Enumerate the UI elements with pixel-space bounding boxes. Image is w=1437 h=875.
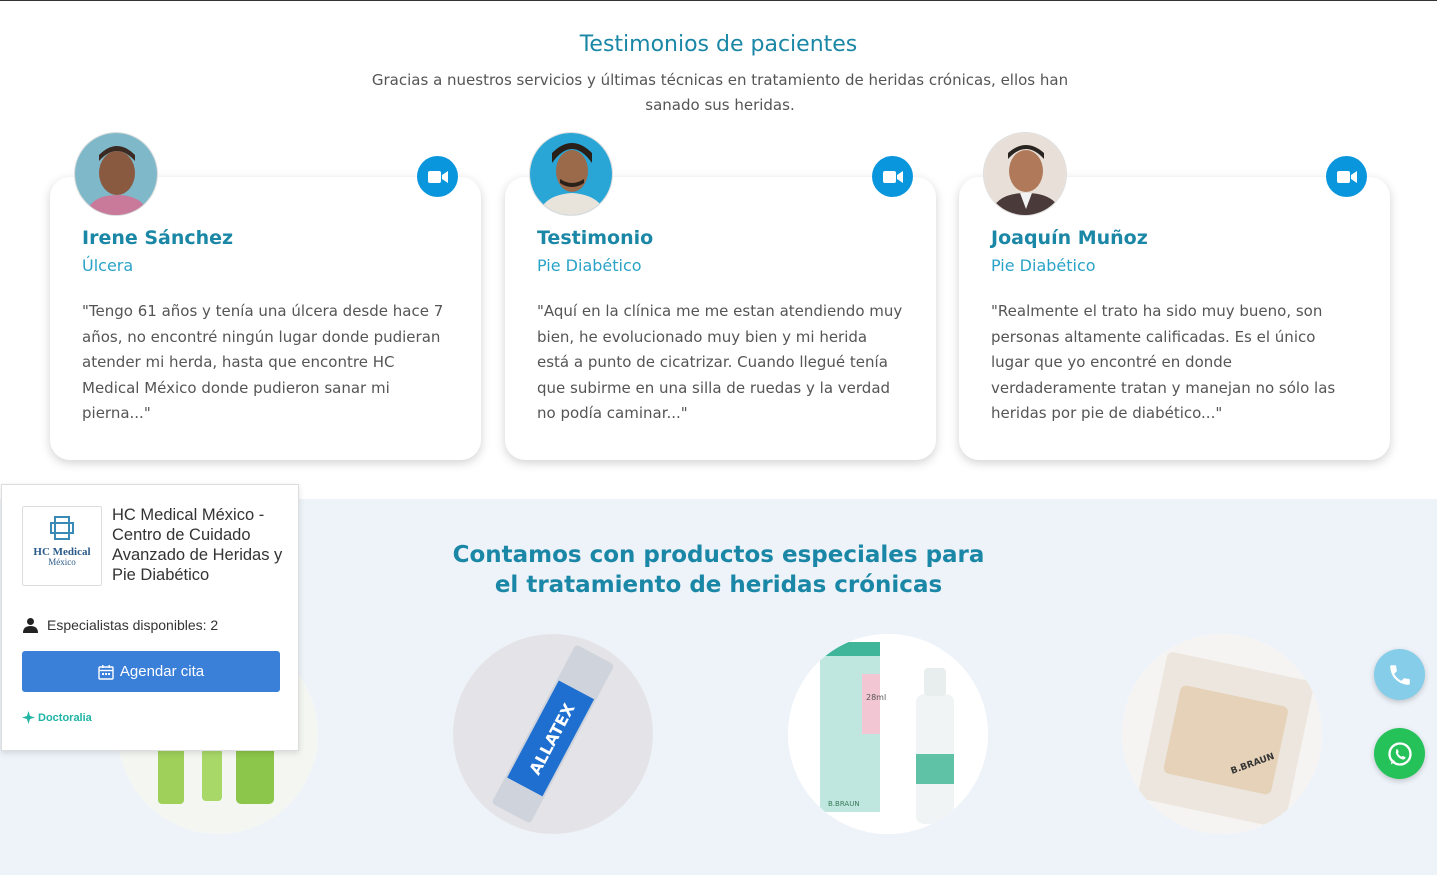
video-camera-icon (882, 170, 903, 183)
testimonial-card: Irene Sánchez Úlcera "Tengo 61 años y te… (50, 132, 481, 460)
doctoralia-widget: HC Medical México HC Medical México - Ce… (1, 484, 299, 751)
specialists-info: Especialistas disponibles: 2 (22, 617, 218, 633)
testimonial-card: Testimonio Pie Diabético "Aquí en la clí… (505, 132, 936, 460)
patient-avatar (983, 132, 1067, 216)
video-camera-icon (427, 170, 448, 183)
patient-avatar (74, 132, 158, 216)
patient-name: Testimonio (537, 227, 654, 249)
video-camera-icon (1336, 170, 1357, 183)
doctoralia-brand-link[interactable]: Doctoralia (22, 711, 92, 724)
testimonials-title: Testimonios de pacientes (579, 32, 858, 57)
whatsapp-icon (1387, 741, 1412, 766)
patient-quote: "Tengo 61 años y tenía una úlcera desde … (82, 302, 444, 422)
product-image-dressing: B.BRAUN (1122, 634, 1322, 834)
testimonials-subtitle: Gracias a nuestros servicios y últimas t… (371, 71, 1069, 114)
book-appointment-label: Agendar cita (119, 663, 205, 680)
product-image-spray: 28ml B.BRAUN (788, 634, 988, 834)
testimonials-section: Testimonios de pacientes Gracias a nuest… (0, 1, 1437, 499)
svg-text:México: México (48, 557, 76, 567)
doctor-icon (23, 618, 38, 633)
patient-quote: "Realmente el trato ha sido muy bueno, s… (991, 302, 1336, 422)
patient-condition: Pie Diabético (537, 256, 642, 275)
products-title-line2: el tratamiento de heridas crónicas (494, 572, 943, 598)
book-appointment-button[interactable]: Agendar cita (22, 651, 280, 692)
patient-name: Irene Sánchez (82, 227, 234, 249)
patient-avatar (529, 132, 613, 216)
video-play-button[interactable] (872, 156, 913, 197)
product-volume-label: 28ml (866, 693, 886, 702)
phone-call-button[interactable] (1374, 649, 1425, 700)
doctoralia-brand-label: Doctoralia (38, 711, 92, 724)
video-play-button[interactable] (417, 156, 458, 197)
doctoralia-logo-icon (22, 711, 35, 724)
testimonial-card: Joaquín Muñoz Pie Diabético "Realmente e… (959, 132, 1390, 460)
video-play-button[interactable] (1326, 156, 1367, 197)
phone-icon (1389, 664, 1410, 685)
patient-condition: Pie Diabético (991, 256, 1096, 275)
patient-quote: "Aquí en la clínica me me estan atendien… (537, 302, 903, 422)
patient-condition: Úlcera (82, 256, 134, 275)
patient-name: Joaquín Muñoz (991, 227, 1148, 249)
whatsapp-button[interactable] (1374, 728, 1425, 779)
clinic-logo[interactable]: HC Medical México (22, 506, 102, 586)
product-brand-label: B.BRAUN (828, 800, 860, 808)
products-title-line1: Contamos con productos especiales para (452, 542, 985, 568)
calendar-icon (98, 664, 114, 680)
product-image-allatex: ALLATEX (453, 634, 653, 834)
clinic-name[interactable]: HC Medical México - Centro de Cuidado Av… (112, 505, 292, 585)
specialists-count: Especialistas disponibles: 2 (47, 617, 219, 633)
